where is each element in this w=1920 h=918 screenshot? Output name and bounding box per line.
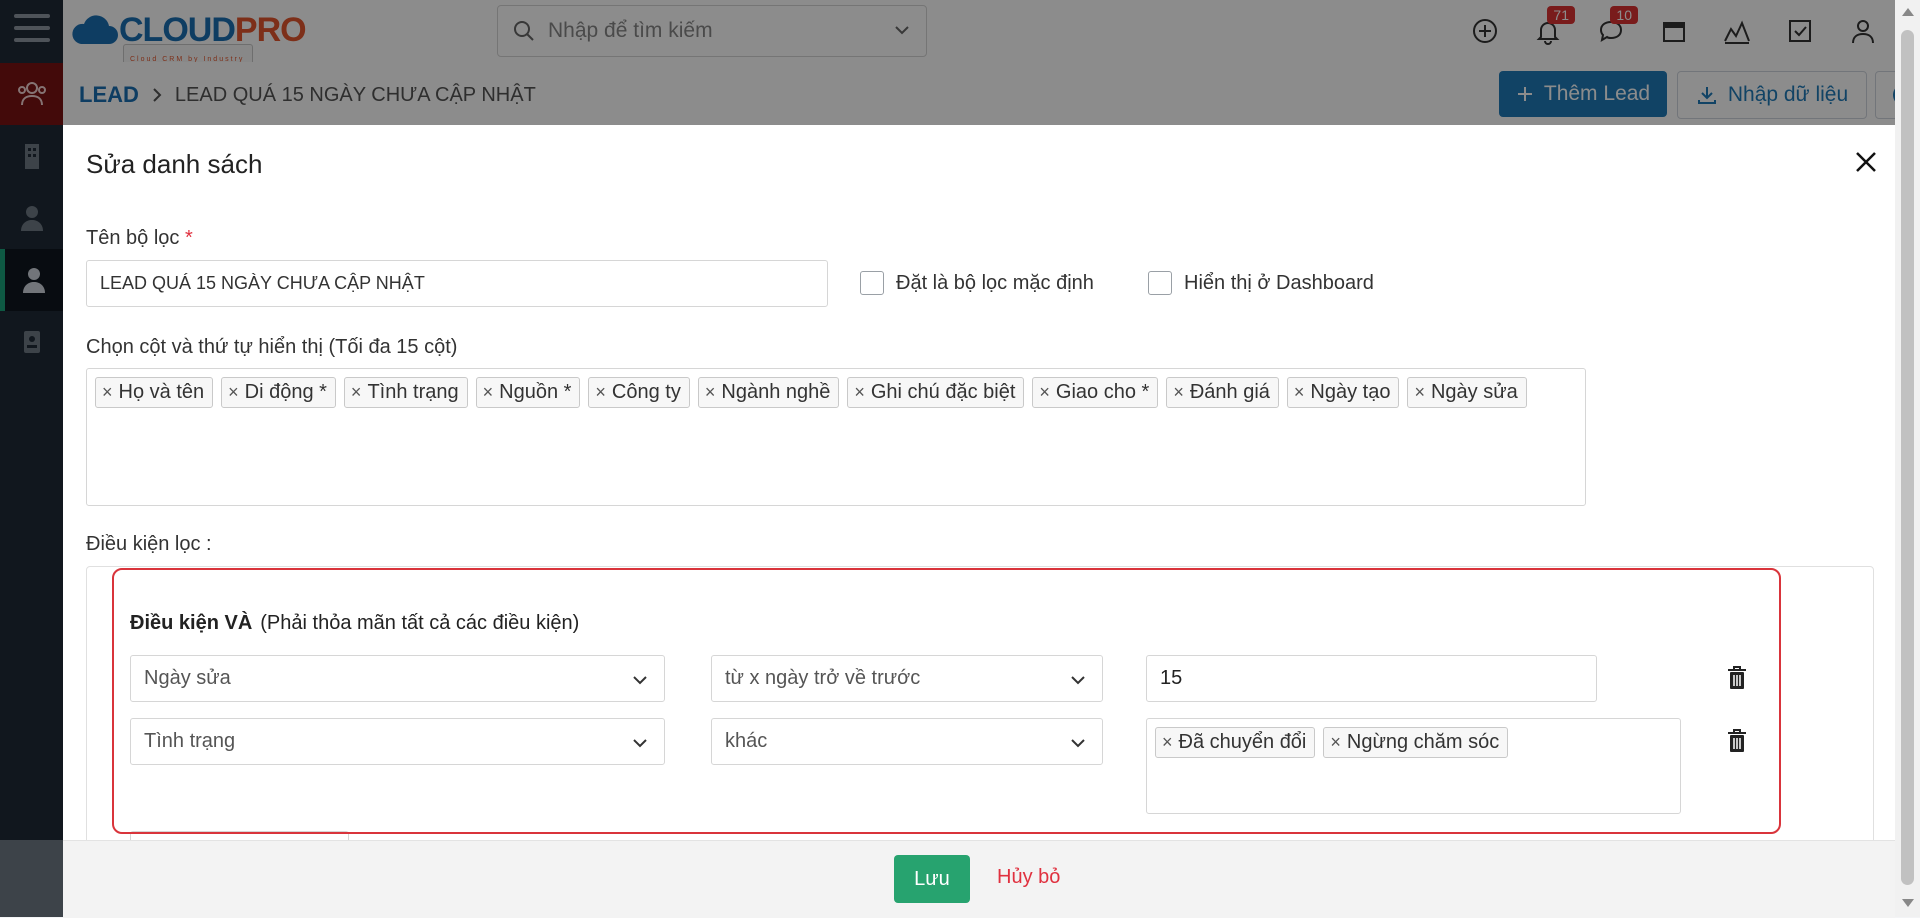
columns-label: Chọn cột và thứ tự hiển thị (Tối đa 15 c… — [86, 336, 458, 358]
remove-tag-icon[interactable]: × — [228, 382, 239, 403]
conditions-label: Điều kiện lọc : — [86, 533, 212, 555]
selected-tag: × Di động * — [221, 377, 336, 408]
remove-tag-icon[interactable]: × — [483, 382, 494, 403]
cancel-button[interactable]: Hủy bỏ — [997, 866, 1060, 889]
required-mark: * — [184, 227, 193, 249]
scrollbar-thumb[interactable] — [1901, 30, 1914, 885]
remove-tag-icon[interactable]: × — [1173, 382, 1184, 403]
remove-tag-icon[interactable]: × — [351, 382, 362, 403]
remove-tag-icon[interactable]: × — [705, 382, 716, 403]
checkbox-box[interactable] — [860, 271, 884, 295]
selected-tag: × Ghi chú đặc biệt — [847, 377, 1025, 408]
tag-label: Nguồn * — [499, 381, 572, 403]
tag-label: Ngành nghề — [721, 381, 831, 403]
default-filter-checkbox[interactable]: Đặt là bộ lọc mặc định — [860, 271, 1094, 295]
filter-name-label: Tên bộ lọc * — [86, 227, 193, 249]
selected-tag: × Ngành nghề — [697, 377, 840, 408]
selected-tag: × Ngày sửa — [1407, 377, 1527, 408]
selected-tag: × Giao cho * — [1032, 377, 1159, 408]
show-dashboard-label: Hiển thị ở Dashboard — [1184, 271, 1374, 294]
tag-label: Đánh giá — [1189, 381, 1270, 403]
scroll-up-icon[interactable] — [1902, 8, 1914, 16]
remove-tag-icon[interactable]: × — [1294, 382, 1305, 403]
selected-tag: × Họ và tên — [95, 377, 214, 408]
show-dashboard-checkbox[interactable]: Hiển thị ở Dashboard — [1148, 271, 1374, 295]
scroll-down-icon[interactable] — [1902, 899, 1914, 907]
remove-tag-icon[interactable]: × — [1039, 382, 1050, 403]
annotation-highlight-box — [112, 568, 1781, 834]
tag-label: Họ và tên — [118, 381, 205, 403]
modal-footer: Lưu Hủy bỏ — [63, 840, 1895, 918]
tag-label: Ghi chú đặc biệt — [870, 381, 1016, 403]
checkbox-box[interactable] — [1148, 271, 1172, 295]
tag-label: Ngày sửa — [1430, 381, 1518, 403]
selected-tag: × Đánh giá — [1166, 377, 1279, 408]
selected-tag: × Ngày tạo — [1286, 377, 1400, 408]
tag-label: Tình trạng — [367, 381, 459, 403]
edit-list-modal: Sửa danh sách Tên bộ lọc * LEAD QUÁ 15 N… — [63, 125, 1895, 840]
filter-name-input[interactable]: LEAD QUÁ 15 NGÀY CHƯA CẬP NHẬT — [86, 260, 828, 307]
modal-title: Sửa danh sách — [86, 149, 263, 179]
close-icon — [1856, 152, 1876, 172]
default-filter-label: Đặt là bộ lọc mặc định — [896, 271, 1094, 294]
columns-multiselect[interactable]: × Họ và tên × Di động * × Tình trạng × Nguồn * ×… — [86, 368, 1586, 506]
remove-tag-icon[interactable]: × — [102, 382, 113, 403]
selected-tag: × Tình trạng — [343, 377, 468, 408]
save-button[interactable]: Lưu — [894, 855, 970, 903]
selected-tag: × Nguồn * — [475, 377, 581, 408]
selected-tag: × Công ty — [588, 377, 690, 408]
close-button[interactable] — [1849, 145, 1883, 179]
tag-label: Ngày tạo — [1310, 381, 1391, 403]
tag-label: Di động * — [244, 381, 327, 403]
tag-label: Giao cho * — [1055, 381, 1150, 403]
page-scrollbar[interactable] — [1895, 0, 1920, 917]
remove-tag-icon[interactable]: × — [854, 382, 865, 403]
tag-label: Công ty — [611, 381, 681, 403]
remove-tag-icon[interactable]: × — [1414, 382, 1425, 403]
remove-tag-icon[interactable]: × — [595, 382, 606, 403]
